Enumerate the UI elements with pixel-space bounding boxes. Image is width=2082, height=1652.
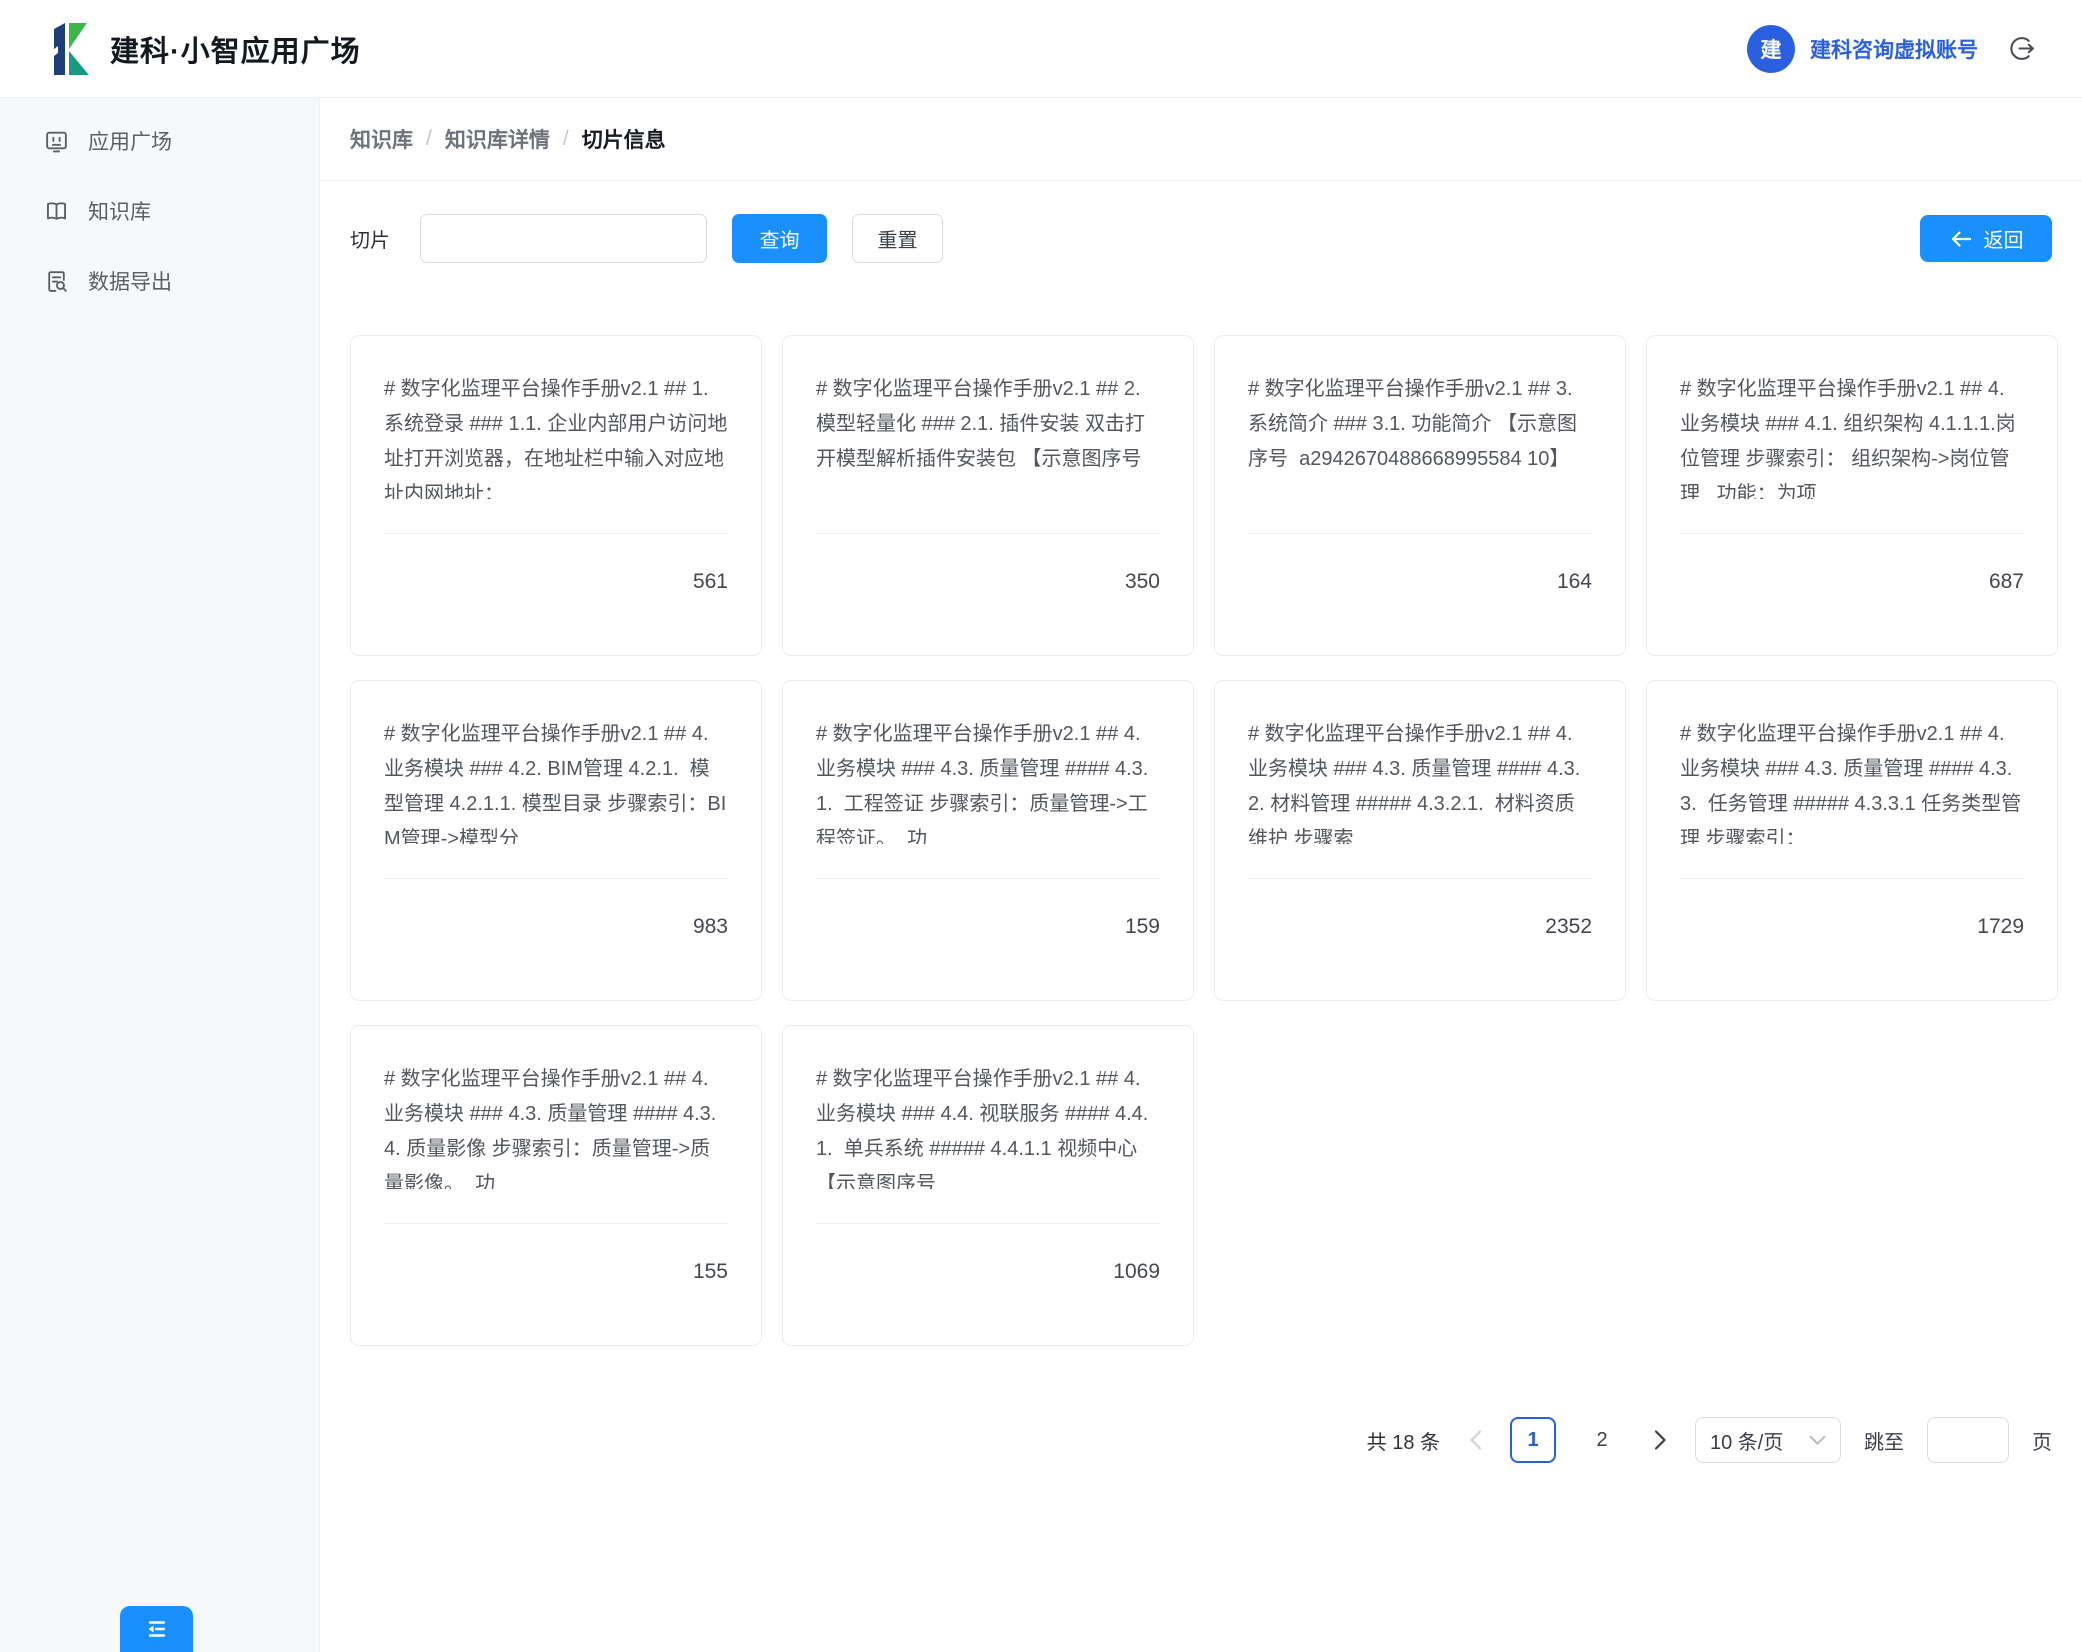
slice-card-text: # 数字化监理平台操作手册v2.1 ## 1. 系统登录 ### 1.1. 企业…: [384, 372, 728, 499]
slice-card-text: # 数字化监理平台操作手册v2.1 ## 4. 业务模块 ### 4.2. BI…: [384, 717, 728, 844]
slice-card-count: 164: [1248, 570, 1592, 594]
slice-card-count: 159: [816, 915, 1160, 939]
slice-card-grid: # 数字化监理平台操作手册v2.1 ## 1. 系统登录 ### 1.1. 企业…: [350, 335, 2052, 1346]
slice-card-count: 983: [384, 915, 728, 939]
slice-card[interactable]: # 数字化监理平台操作手册v2.1 ## 3. 系统简介 ### 3.1. 功能…: [1214, 335, 1626, 656]
page-title: 建科·小智应用广场: [110, 28, 361, 70]
chevron-left-icon: [1468, 1429, 1483, 1451]
slice-card-text: # 数字化监理平台操作手册v2.1 ## 4. 业务模块 ### 4.3. 质量…: [1680, 717, 2024, 844]
sidebar-item-label: 知识库: [88, 196, 151, 226]
account-menu[interactable]: 建 建科咨询虚拟账号: [1747, 25, 2036, 73]
sidebar-item-label: 应用广场: [88, 126, 172, 156]
slice-card-count: 2352: [1248, 915, 1592, 939]
slice-card-divider: [384, 1223, 728, 1224]
slice-card-count: 350: [816, 570, 1160, 594]
sidebar-item-label: 数据导出: [88, 266, 172, 296]
app-logo-icon: [44, 23, 92, 75]
reset-button[interactable]: 重置: [852, 214, 943, 263]
slice-card-count: 561: [384, 570, 728, 594]
collapse-sidebar-button[interactable]: [120, 1606, 193, 1652]
pagination-total: 共 18 条: [1367, 1426, 1440, 1455]
prev-page-button[interactable]: [1463, 1417, 1487, 1463]
next-page-button[interactable]: [1648, 1417, 1672, 1463]
chevron-right-icon: [1653, 1429, 1668, 1451]
slice-card[interactable]: # 数字化监理平台操作手册v2.1 ## 4. 业务模块 ### 4.4. 视联…: [782, 1025, 1194, 1346]
slice-card-text: # 数字化监理平台操作手册v2.1 ## 4. 业务模块 ### 4.3. 质量…: [1248, 717, 1592, 844]
slice-card-divider: [1248, 878, 1592, 879]
page-size-value: 10 条/页: [1710, 1426, 1783, 1455]
slice-card-count: 1729: [1680, 915, 2024, 939]
logout-button[interactable]: [2006, 34, 2036, 64]
sidebar-item-data-export[interactable]: 数据导出: [0, 246, 319, 316]
slice-card-text: # 数字化监理平台操作手册v2.1 ## 4. 业务模块 ### 4.4. 视联…: [816, 1062, 1160, 1189]
slice-card-count: 155: [384, 1260, 728, 1284]
page-size-select[interactable]: 10 条/页: [1695, 1417, 1841, 1463]
slice-card-text: # 数字化监理平台操作手册v2.1 ## 3. 系统简介 ### 3.1. 功能…: [1248, 372, 1592, 499]
breadcrumb-separator: /: [426, 127, 432, 151]
book-icon: [44, 199, 69, 224]
slice-card-text: # 数字化监理平台操作手册v2.1 ## 4. 业务模块 ### 4.3. 质量…: [816, 717, 1160, 844]
slice-card-divider: [384, 533, 728, 534]
slice-card-divider: [816, 878, 1160, 879]
avatar: 建: [1747, 25, 1795, 73]
sidebar-item-knowledge-base[interactable]: 知识库: [0, 176, 319, 246]
slice-card-divider: [1680, 533, 2024, 534]
slice-card-divider: [1680, 878, 2024, 879]
logout-icon: [2008, 35, 2035, 62]
slice-card[interactable]: # 数字化监理平台操作手册v2.1 ## 4. 业务模块 ### 4.3. 质量…: [1646, 680, 2058, 1001]
jump-page-input[interactable]: [1927, 1417, 2009, 1463]
page-button-2[interactable]: 2: [1579, 1417, 1625, 1463]
slice-search-input[interactable]: [420, 214, 707, 263]
menu-fold-icon: [143, 1617, 171, 1641]
slice-card-count: 687: [1680, 570, 2024, 594]
sidebar: 应用广场 知识库 数据导出: [0, 98, 320, 1652]
query-button[interactable]: 查询: [732, 214, 827, 263]
account-name: 建科咨询虚拟账号: [1810, 34, 1978, 64]
slice-card[interactable]: # 数字化监理平台操作手册v2.1 ## 4. 业务模块 ### 4.1. 组织…: [1646, 335, 2058, 656]
app-plaza-icon: [44, 129, 69, 154]
slice-card-divider: [384, 878, 728, 879]
filter-bar: 切片 查询 重置 返回: [350, 214, 2052, 263]
pagination: 共 18 条 1 2 10 条/页: [350, 1417, 2052, 1463]
slice-card-text: # 数字化监理平台操作手册v2.1 ## 2. 模型轻量化 ### 2.1. 插…: [816, 372, 1160, 499]
top-header: 建科·小智应用广场 建 建科咨询虚拟账号: [0, 0, 2082, 98]
slice-card[interactable]: # 数字化监理平台操作手册v2.1 ## 4. 业务模块 ### 4.3. 质量…: [1214, 680, 1626, 1001]
back-button[interactable]: 返回: [1920, 215, 2052, 262]
slice-card-text: # 数字化监理平台操作手册v2.1 ## 4. 业务模块 ### 4.3. 质量…: [384, 1062, 728, 1189]
slice-card[interactable]: # 数字化监理平台操作手册v2.1 ## 4. 业务模块 ### 4.3. 质量…: [350, 1025, 762, 1346]
slice-filter-label: 切片: [350, 224, 390, 253]
slice-card-text: # 数字化监理平台操作手册v2.1 ## 4. 业务模块 ### 4.1. 组织…: [1680, 372, 2024, 499]
sidebar-item-app-plaza[interactable]: 应用广场: [0, 106, 319, 176]
app-root: 建科·小智应用广场 建 建科咨询虚拟账号 应用广场: [0, 0, 2082, 1652]
breadcrumb-separator: /: [563, 127, 569, 151]
jump-page-suffix: 页: [2032, 1426, 2052, 1455]
data-export-icon: [44, 269, 69, 294]
breadcrumb-knowledge-base[interactable]: 知识库: [350, 124, 413, 154]
slice-card-count: 1069: [816, 1260, 1160, 1284]
chevron-down-icon: [1809, 1435, 1826, 1446]
breadcrumb-current: 切片信息: [582, 124, 666, 154]
slice-card-divider: [816, 533, 1160, 534]
breadcrumb-kb-detail[interactable]: 知识库详情: [445, 124, 550, 154]
back-button-label: 返回: [1984, 224, 2024, 253]
page-button-1[interactable]: 1: [1510, 1417, 1556, 1463]
jump-to-label: 跳至: [1864, 1426, 1904, 1455]
content-area: 知识库 / 知识库详情 / 切片信息 切片 查询 重置 返回: [320, 98, 2082, 1652]
slice-card[interactable]: # 数字化监理平台操作手册v2.1 ## 1. 系统登录 ### 1.1. 企业…: [350, 335, 762, 656]
slice-card[interactable]: # 数字化监理平台操作手册v2.1 ## 4. 业务模块 ### 4.3. 质量…: [782, 680, 1194, 1001]
breadcrumb: 知识库 / 知识库详情 / 切片信息: [320, 98, 2082, 181]
slice-card[interactable]: # 数字化监理平台操作手册v2.1 ## 2. 模型轻量化 ### 2.1. 插…: [782, 335, 1194, 656]
slice-card-divider: [1248, 533, 1592, 534]
slice-card-divider: [816, 1223, 1160, 1224]
slice-card[interactable]: # 数字化监理平台操作手册v2.1 ## 4. 业务模块 ### 4.2. BI…: [350, 680, 762, 1001]
arrow-left-icon: [1949, 229, 1973, 249]
